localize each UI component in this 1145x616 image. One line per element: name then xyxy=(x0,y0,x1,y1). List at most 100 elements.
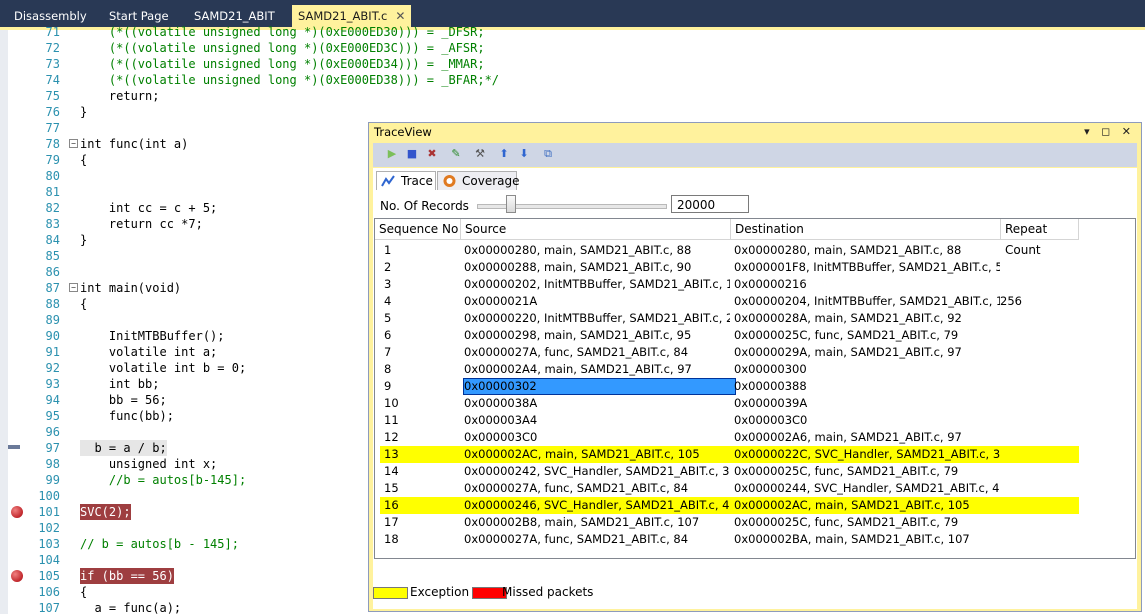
cell-sequence[interactable]: 18 xyxy=(384,531,460,548)
traceview-titlebar[interactable]: TraceView ▾ ◻ ✕ xyxy=(369,123,1141,141)
cell-sequence[interactable]: 16 xyxy=(384,497,460,514)
cell-source[interactable]: 0x000003A4 xyxy=(464,412,730,429)
cell-destination[interactable]: 0x00000216 xyxy=(734,276,1000,293)
tab-coverage[interactable]: Coverage xyxy=(437,171,520,190)
table-row[interactable]: 14 0x00000242, SVC_Handler, SAMD21_ABIT.c… xyxy=(380,463,1079,480)
table-row[interactable]: 18 0x0000027A, func, SAMD21_ABIT.c, 84 0x0… xyxy=(380,531,1079,548)
cell-sequence[interactable]: 11 xyxy=(384,412,460,429)
table-row[interactable]: 9 0x00000302 0x00000388 xyxy=(380,378,1079,395)
fold-toggle-icon[interactable]: − xyxy=(69,139,78,148)
cell-destination[interactable]: 0x00000300 xyxy=(734,361,1000,378)
records-slider-thumb[interactable] xyxy=(506,195,516,213)
code-line[interactable]: 72 (*((volatile unsigned long *)(0xE000E… xyxy=(0,40,1145,56)
cell-destination[interactable]: 0x00000388 xyxy=(734,378,1000,395)
cell-source[interactable]: 0x000002A4, main, SAMD21_ABIT.c, 97 xyxy=(464,361,730,378)
cell-sequence[interactable]: 12 xyxy=(384,429,460,446)
cell-destination[interactable]: 0x0000039A xyxy=(734,395,1000,412)
records-input[interactable]: 20000 xyxy=(671,195,749,213)
cell-sequence[interactable]: 5 xyxy=(384,310,460,327)
breakpoint-icon[interactable] xyxy=(11,506,23,518)
code-line[interactable]: 75 return; xyxy=(0,88,1145,104)
cell-destination[interactable]: 0x000002BA, main, SAMD21_ABIT.c, 107 xyxy=(734,531,1000,548)
cell-source[interactable]: 0x00000288, main, SAMD21_ABIT.c, 90 xyxy=(464,259,730,276)
cell-sequence[interactable]: 4 xyxy=(384,293,460,310)
cell-destination[interactable]: 0x00000244, SVC_Handler, SAMD21_ABIT.c, … xyxy=(734,480,1000,497)
code-line[interactable]: 74 (*((volatile unsigned long *)(0xE000E… xyxy=(0,72,1145,88)
cell-source[interactable]: 0x00000280, main, SAMD21_ABIT.c, 88 xyxy=(464,242,730,259)
cell-destination[interactable]: 0x0000028A, main, SAMD21_ABIT.c, 92 xyxy=(734,310,1000,327)
code-line[interactable]: 73 (*((volatile unsigned long *)(0xE000E… xyxy=(0,56,1145,72)
trace-grid[interactable]: Sequence No Source Destination Repeat Co… xyxy=(374,218,1136,559)
window-buttons[interactable]: ▾ ◻ ✕ xyxy=(1084,123,1135,141)
table-row[interactable]: 11 0x000003A4 0x000003C0 xyxy=(380,412,1079,429)
cell-sequence[interactable]: 9 xyxy=(384,378,460,395)
table-row[interactable]: 2 0x00000288, main, SAMD21_ABIT.c, 90 0x00… xyxy=(380,259,1079,276)
cell-destination[interactable]: 0x0000025C, func, SAMD21_ABIT.c, 79 xyxy=(734,463,1000,480)
column-header-source[interactable]: Source xyxy=(461,219,731,240)
cell-sequence[interactable]: 13 xyxy=(384,446,460,463)
cell-source[interactable]: 0x00000220, InitMTBBuffer, SAMD21_ABIT.c… xyxy=(464,310,730,327)
table-row[interactable]: 12 0x000003C0 0x000002A6, main, SAMD21_ABI… xyxy=(380,429,1079,446)
arrow-down-icon[interactable]: ⬇ xyxy=(517,147,531,161)
play-icon[interactable]: ▶ xyxy=(385,147,399,161)
cell-sequence[interactable]: 1 xyxy=(384,242,460,259)
cell-destination[interactable]: 0x0000029A, main, SAMD21_ABIT.c, 97 xyxy=(734,344,1000,361)
table-row[interactable]: 4 0x0000021A 0x00000204, InitMTBBuffer, SA… xyxy=(380,293,1079,310)
fold-toggle-icon[interactable]: − xyxy=(69,283,78,292)
table-row[interactable]: 10 0x0000038A 0x0000039A xyxy=(380,395,1079,412)
cell-source[interactable]: 0x00000302 xyxy=(464,378,730,395)
cell-source[interactable]: 0x0000038A xyxy=(464,395,730,412)
cell-source[interactable]: 0x0000027A, func, SAMD21_ABIT.c, 84 xyxy=(464,344,730,361)
cell-source[interactable]: 0x0000021A xyxy=(464,293,730,310)
arrow-up-icon[interactable]: ⬆ xyxy=(497,147,511,161)
stop-icon[interactable]: ■ xyxy=(405,147,419,161)
cell-destination[interactable]: 0x00000280, main, SAMD21_ABIT.c, 88 xyxy=(734,242,1000,259)
column-header-repeat-count[interactable]: Repeat Count xyxy=(1001,219,1079,257)
cell-sequence[interactable]: 6 xyxy=(384,327,460,344)
cell-destination[interactable]: 0x000002A6, main, SAMD21_ABIT.c, 97 xyxy=(734,429,1000,446)
table-row[interactable]: 16 0x00000246, SVC_Handler, SAMD21_ABIT.c… xyxy=(380,497,1079,514)
cell-source[interactable]: 0x000002B8, main, SAMD21_ABIT.c, 107 xyxy=(464,514,730,531)
cell-source[interactable]: 0x00000202, InitMTBBuffer, SAMD21_ABIT.c… xyxy=(464,276,730,293)
cell-sequence[interactable]: 14 xyxy=(384,463,460,480)
table-row[interactable]: 8 0x000002A4, main, SAMD21_ABIT.c, 97 0x00… xyxy=(380,361,1079,378)
clear-icon[interactable]: ✖ xyxy=(425,147,439,161)
settings-icon[interactable]: ⚒ xyxy=(473,147,487,161)
cell-destination[interactable]: 0x0000025C, func, SAMD21_ABIT.c, 79 xyxy=(734,514,1000,531)
table-row[interactable]: 15 0x0000027A, func, SAMD21_ABIT.c, 84 0x0… xyxy=(380,480,1079,497)
table-row[interactable]: 17 0x000002B8, main, SAMD21_ABIT.c, 107 0x… xyxy=(380,514,1079,531)
cell-sequence[interactable]: 2 xyxy=(384,259,460,276)
table-row[interactable]: 7 0x0000027A, func, SAMD21_ABIT.c, 84 0x00… xyxy=(380,344,1079,361)
cell-destination[interactable]: 0x0000022C, SVC_Handler, SAMD21_ABIT.c, … xyxy=(734,446,1000,463)
cell-source[interactable]: 0x00000246, SVC_Handler, SAMD21_ABIT.c, … xyxy=(464,497,730,514)
column-header-destination[interactable]: Destination xyxy=(731,219,1001,240)
cell-source[interactable]: 0x0000027A, func, SAMD21_ABIT.c, 84 xyxy=(464,531,730,548)
cell-source[interactable]: 0x000002AC, main, SAMD21_ABIT.c, 105 xyxy=(464,446,730,463)
code-line[interactable]: 71 (*((volatile unsigned long *)(0xE000E… xyxy=(0,24,1145,40)
cell-source[interactable]: 0x00000242, SVC_Handler, SAMD21_ABIT.c, … xyxy=(464,463,730,480)
cell-destination[interactable]: 0x000003C0 xyxy=(734,412,1000,429)
table-row[interactable]: 1 0x00000280, main, SAMD21_ABIT.c, 88 0x00… xyxy=(380,242,1079,259)
table-row[interactable]: 6 0x00000298, main, SAMD21_ABIT.c, 95 0x00… xyxy=(380,327,1079,344)
breakpoint-icon[interactable] xyxy=(11,570,23,582)
column-header-sequence[interactable]: Sequence No xyxy=(375,219,461,240)
table-row[interactable]: 13 0x000002AC, main, SAMD21_ABIT.c, 105 0x… xyxy=(380,446,1079,463)
cell-sequence[interactable]: 15 xyxy=(384,480,460,497)
cell-destination[interactable]: 0x0000025C, func, SAMD21_ABIT.c, 79 xyxy=(734,327,1000,344)
table-row[interactable]: 3 0x00000202, InitMTBBuffer, SAMD21_ABIT.… xyxy=(380,276,1079,293)
cell-sequence[interactable]: 3 xyxy=(384,276,460,293)
cell-destination[interactable]: 0x000002AC, main, SAMD21_ABIT.c, 105 xyxy=(734,497,1000,514)
cell-destination[interactable]: 0x000001F8, InitMTBBuffer, SAMD21_ABIT.c… xyxy=(734,259,1000,276)
cell-sequence[interactable]: 8 xyxy=(384,361,460,378)
cell-sequence[interactable]: 17 xyxy=(384,514,460,531)
export-icon[interactable]: ⧉ xyxy=(541,147,555,161)
cell-sequence[interactable]: 7 xyxy=(384,344,460,361)
cell-destination[interactable]: 0x00000204, InitMTBBuffer, SAMD21_ABIT.c… xyxy=(734,293,1000,310)
cell-source[interactable]: 0x000003C0 xyxy=(464,429,730,446)
table-row[interactable]: 5 0x00000220, InitMTBBuffer, SAMD21_ABIT.… xyxy=(380,310,1079,327)
highlight-icon[interactable]: ✎ xyxy=(449,147,463,161)
tab-trace[interactable]: Trace xyxy=(376,171,436,190)
cell-sequence[interactable]: 10 xyxy=(384,395,460,412)
cell-source[interactable]: 0x00000298, main, SAMD21_ABIT.c, 95 xyxy=(464,327,730,344)
cell-repeat-count[interactable]: 256 xyxy=(1000,293,1076,310)
